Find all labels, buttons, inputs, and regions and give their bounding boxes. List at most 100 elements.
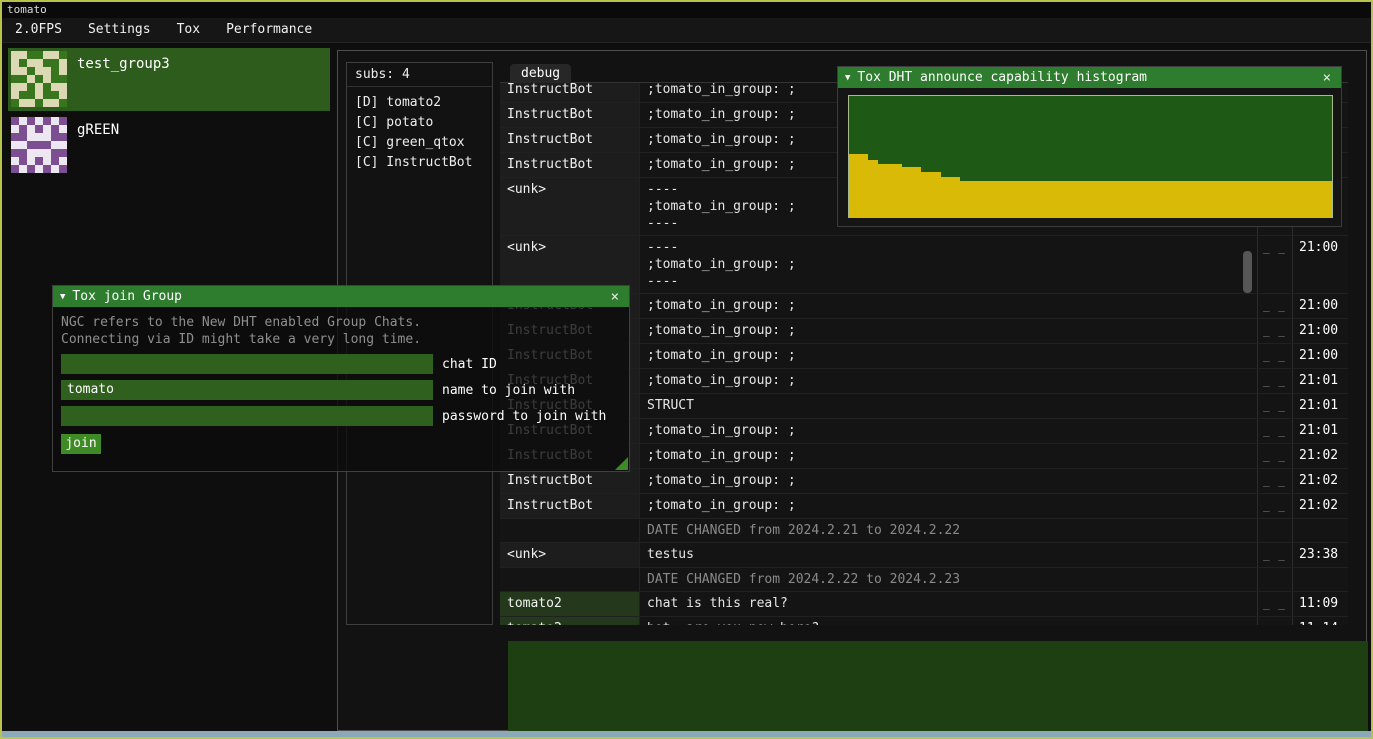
window-title: tomato xyxy=(7,3,47,16)
subs-member[interactable]: [C] potato xyxy=(347,113,492,133)
delivery-marks xyxy=(1258,568,1293,591)
sidebar-group-gREEN[interactable]: gREEN xyxy=(8,114,330,177)
timestamp: 21:02 xyxy=(1293,444,1348,468)
message-text: ;tomato_in_group: ; xyxy=(640,369,1258,393)
sender-name: InstructBot xyxy=(500,103,640,127)
tab-debug[interactable]: debug xyxy=(510,64,571,84)
subs-member[interactable]: [C] green_qtox xyxy=(347,133,492,153)
timestamp: 23:38 xyxy=(1293,543,1348,567)
message-input[interactable] xyxy=(508,641,1368,731)
group-name-label: test_group3 xyxy=(77,56,170,72)
join-window-title: Tox join Group xyxy=(72,289,607,304)
histogram-bar xyxy=(902,167,921,217)
message-text: ;tomato_in_group: ; xyxy=(640,419,1258,443)
join-password-row: password to join with xyxy=(61,406,621,426)
close-icon[interactable]: × xyxy=(1320,70,1334,86)
timestamp: 21:00 xyxy=(1293,294,1348,318)
delivery-marks: _ _ xyxy=(1258,394,1293,418)
chat-id-row: chat ID xyxy=(61,354,621,374)
timestamp: 21:00 xyxy=(1293,344,1348,368)
sender-name: InstructBot xyxy=(500,128,640,152)
subs-count-header: subs: 4 xyxy=(347,63,492,87)
delivery-marks: _ _ xyxy=(1258,319,1293,343)
message-text: ;tomato_in_group: ; xyxy=(640,469,1258,493)
timestamp: 21:01 xyxy=(1293,369,1348,393)
window-titlebar[interactable]: tomato xyxy=(2,2,1371,18)
delivery-marks: _ _ xyxy=(1258,236,1293,293)
dht-capability-histogram-plot xyxy=(848,95,1333,218)
delivery-marks: _ _ xyxy=(1258,419,1293,443)
close-icon[interactable]: × xyxy=(608,289,622,305)
delivery-marks xyxy=(1258,519,1293,542)
delivery-marks: _ _ xyxy=(1258,444,1293,468)
chat-scrollbar[interactable] xyxy=(1243,251,1252,293)
histogram-window-titlebar[interactable]: ▼ Tox DHT announce capability histogram … xyxy=(838,67,1341,88)
join-name-row: tomato name to join with xyxy=(61,380,621,400)
sender-name xyxy=(500,519,640,542)
sender-name: InstructBot xyxy=(500,83,640,102)
sender-name: InstructBot xyxy=(500,153,640,177)
ngc-info-line-1: NGC refers to the New DHT enabled Group … xyxy=(61,314,621,331)
histogram-bar xyxy=(868,160,878,217)
join-window-body: NGC refers to the New DHT enabled Group … xyxy=(53,307,629,461)
date-changed-text: DATE CHANGED from 2024.2.22 to 2024.2.23 xyxy=(640,568,1258,591)
group-avatar xyxy=(11,51,67,107)
message-text: STRUCT xyxy=(640,394,1258,418)
chat-message-row[interactable]: InstructBot;tomato_in_group: ;_ _21:02 xyxy=(500,494,1348,519)
dht-histogram-window: ▼ Tox DHT announce capability histogram … xyxy=(837,66,1342,227)
group-name-label: gREEN xyxy=(77,122,119,138)
date-separator-row[interactable]: DATE CHANGED from 2024.2.21 to 2024.2.22 xyxy=(500,519,1348,543)
sender-name: <unk> xyxy=(500,178,640,235)
message-text: ;tomato_in_group: ; xyxy=(640,444,1258,468)
timestamp: 21:01 xyxy=(1293,419,1348,443)
tox-join-group-window: ▼ Tox join Group × NGC refers to the New… xyxy=(52,285,630,472)
sender-name: InstructBot xyxy=(500,494,640,518)
histogram-window-title: Tox DHT announce capability histogram xyxy=(857,70,1319,85)
delivery-marks: _ _ xyxy=(1258,543,1293,567)
chat-message-row[interactable]: <unk>testus_ _23:38 xyxy=(500,543,1348,568)
timestamp: 11:14 xyxy=(1293,617,1348,625)
menu-item-2.0fps: 2.0FPS xyxy=(2,18,75,42)
sender-name: tomato2 xyxy=(500,617,640,625)
app-window: tomato 2.0FPSSettingsToxPerformance test… xyxy=(0,0,1373,739)
delivery-marks: _ _ xyxy=(1258,494,1293,518)
histogram-bar xyxy=(960,181,1332,217)
subs-member[interactable]: [D] tomato2 xyxy=(347,93,492,113)
menu-item-tox[interactable]: Tox xyxy=(164,18,213,42)
collapse-arrow-icon[interactable]: ▼ xyxy=(60,292,65,302)
date-separator-row[interactable]: DATE CHANGED from 2024.2.22 to 2024.2.23 xyxy=(500,568,1348,592)
subs-member-list: [D] tomato2[C] potato[C] green_qtox[C] I… xyxy=(347,87,492,173)
sidebar-group-test_group3[interactable]: test_group3 xyxy=(8,48,330,111)
join-button[interactable]: join xyxy=(61,434,101,454)
join-window-titlebar[interactable]: ▼ Tox join Group × xyxy=(53,286,629,307)
timestamp xyxy=(1293,519,1348,542)
resize-grip-icon[interactable] xyxy=(615,457,628,470)
message-text: ;tomato_in_group: ; xyxy=(640,344,1258,368)
sender-name xyxy=(500,568,640,591)
chat-message-row[interactable]: tomato2bot, are you new here?_ _11:14 xyxy=(500,617,1348,625)
collapse-arrow-icon[interactable]: ▼ xyxy=(845,73,850,83)
histogram-bar xyxy=(941,177,960,217)
chat-id-label: chat ID xyxy=(442,357,497,372)
join-password-input[interactable] xyxy=(61,406,433,426)
delivery-marks: _ _ xyxy=(1258,617,1293,625)
delivery-marks: _ _ xyxy=(1258,469,1293,493)
join-name-input[interactable]: tomato xyxy=(61,380,433,400)
timestamp: 11:09 xyxy=(1293,592,1348,616)
delivery-marks: _ _ xyxy=(1258,369,1293,393)
subs-member[interactable]: [C] InstructBot xyxy=(347,153,492,173)
menubar: 2.0FPSSettingsToxPerformance xyxy=(2,18,1371,43)
date-changed-text: DATE CHANGED from 2024.2.21 to 2024.2.22 xyxy=(640,519,1258,542)
join-name-label: name to join with xyxy=(442,383,575,398)
histogram-bar xyxy=(878,164,902,217)
delivery-marks: _ _ xyxy=(1258,592,1293,616)
chat-message-row[interactable]: InstructBot;tomato_in_group: ;_ _21:02 xyxy=(500,469,1348,494)
timestamp: 21:00 xyxy=(1293,319,1348,343)
timestamp: 21:01 xyxy=(1293,394,1348,418)
menu-item-performance[interactable]: Performance xyxy=(213,18,325,42)
chat-id-input[interactable] xyxy=(61,354,433,374)
menu-item-settings[interactable]: Settings xyxy=(75,18,164,42)
chat-message-row[interactable]: tomato2chat is this real?_ _11:09 xyxy=(500,592,1348,617)
window-bottom-edge xyxy=(2,731,1371,737)
sender-name: InstructBot xyxy=(500,469,640,493)
